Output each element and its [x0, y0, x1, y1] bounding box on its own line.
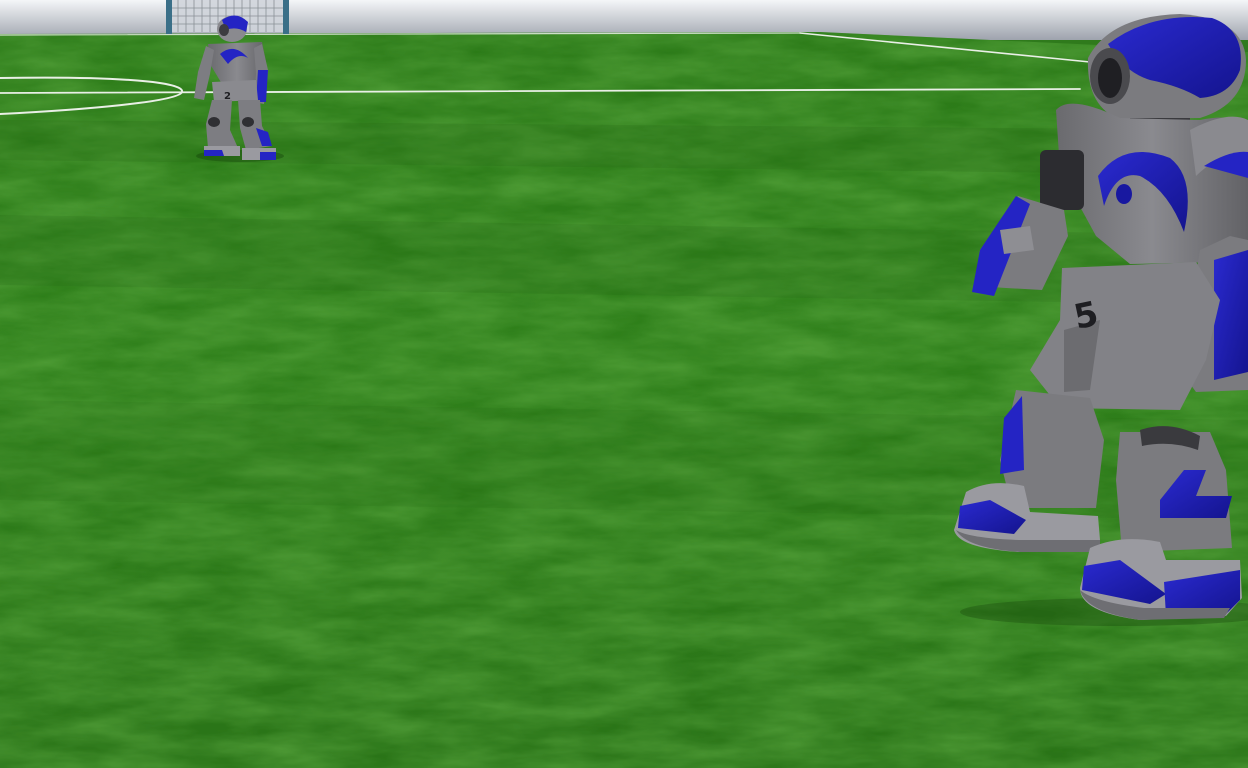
soccer-simulation-viewport[interactable]: 2 5	[0, 0, 1248, 768]
goal-post-left	[166, 0, 172, 34]
goal-post-right	[283, 0, 289, 34]
